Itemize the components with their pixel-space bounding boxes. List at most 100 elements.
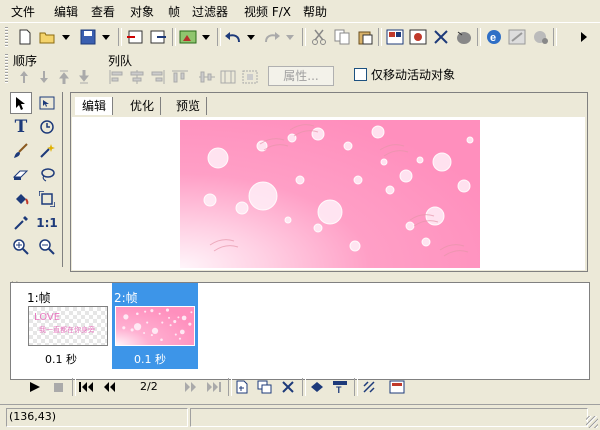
open-dropdown-icon[interactable] xyxy=(60,27,72,47)
menu-view[interactable]: 查看 xyxy=(91,3,115,20)
delete-frame-icon[interactable] xyxy=(278,377,298,397)
bring-forward-icon[interactable] xyxy=(14,67,34,87)
open-folder-icon[interactable] xyxy=(38,27,58,47)
frame-thumbnail xyxy=(115,306,195,346)
save-icon[interactable] xyxy=(78,27,98,47)
duplicate-frame-icon[interactable] xyxy=(255,377,275,397)
eraser-tool-icon[interactable] xyxy=(10,164,32,186)
crop-icon[interactable] xyxy=(431,27,451,47)
align-top-icon[interactable] xyxy=(170,67,190,87)
transition-icon[interactable] xyxy=(359,377,379,397)
distribute-icon[interactable] xyxy=(218,67,238,87)
frame-label: 1:帧 xyxy=(27,291,51,305)
status-coords-cell: (136,43) xyxy=(6,408,188,427)
send-backward-icon[interactable] xyxy=(34,67,54,87)
tab-optimize[interactable]: 优化 xyxy=(124,97,162,115)
last-frame-icon[interactable] xyxy=(204,377,224,397)
menu-frame[interactable]: 帧 xyxy=(168,3,180,20)
frame-thumbnail: LOVE 我一直都在你身旁 xyxy=(28,306,108,346)
gif-icon[interactable] xyxy=(408,27,428,47)
frames-panel: 1:帧 LOVE 我一直都在你身旁 0.1 秒 2:帧 0.1 秒 xyxy=(10,282,590,380)
export-icon[interactable] xyxy=(148,27,168,47)
cut-icon[interactable] xyxy=(309,27,329,47)
import-icon[interactable] xyxy=(125,27,145,47)
bring-to-front-icon[interactable] xyxy=(54,67,74,87)
menu-filter[interactable]: 过滤器 xyxy=(192,3,228,20)
text-tool-icon[interactable]: T xyxy=(10,116,32,138)
rotate-tool-icon[interactable] xyxy=(36,116,58,138)
eyedropper-tool-icon[interactable] xyxy=(10,212,32,234)
menu-bar: 文件 编辑 查看 对象 帧 过滤器 视频 F/X 帮助 xyxy=(0,0,600,23)
frame-item-selected[interactable]: 2:帧 0.1 秒 xyxy=(112,283,198,369)
svg-text:T: T xyxy=(336,385,342,394)
lasso-tool-icon[interactable] xyxy=(36,164,58,186)
crop-select-icon[interactable] xyxy=(36,92,58,114)
new-file-icon[interactable] xyxy=(15,27,35,47)
menu-video-fx[interactable]: 视频 F/X xyxy=(244,3,291,20)
align-right-icon[interactable] xyxy=(147,67,167,87)
toolbar-more-icon[interactable] xyxy=(578,27,590,47)
tween-icon[interactable] xyxy=(307,377,327,397)
zoom-in-icon[interactable] xyxy=(10,236,32,258)
edit-dropdown-icon[interactable] xyxy=(200,27,212,47)
tab-edit[interactable]: 编辑 xyxy=(75,97,114,115)
magic-wand-icon[interactable] xyxy=(36,140,58,162)
canvas-area[interactable] xyxy=(72,117,585,270)
frame-delay[interactable]: 0.1 秒 xyxy=(134,351,166,367)
play-icon[interactable] xyxy=(25,377,45,397)
menu-edit[interactable]: 编辑 xyxy=(54,3,78,20)
status-bar: (136,43) xyxy=(0,404,600,430)
frame-props-icon[interactable] xyxy=(385,27,405,47)
first-frame-icon[interactable] xyxy=(76,377,96,397)
menu-help[interactable]: 帮助 xyxy=(303,3,327,20)
undo-icon[interactable] xyxy=(223,27,243,47)
frame-delay[interactable]: 0.1 秒 xyxy=(45,351,77,367)
same-size-icon[interactable] xyxy=(240,67,260,87)
zoom-out-icon[interactable] xyxy=(36,236,58,258)
align-left-icon[interactable] xyxy=(107,67,127,87)
canvas-image[interactable] xyxy=(180,120,480,268)
edit-image-icon[interactable] xyxy=(178,27,198,47)
brush-tool-icon[interactable] xyxy=(10,140,32,162)
redo-icon[interactable] xyxy=(262,27,282,47)
playback-bar: 2/2 T xyxy=(10,376,588,398)
wizard-icon[interactable] xyxy=(530,27,550,47)
align-middle-icon[interactable] xyxy=(197,67,217,87)
main-toolbar: e xyxy=(0,23,600,51)
stop-icon[interactable] xyxy=(48,377,68,397)
resize-grip[interactable] xyxy=(586,416,598,428)
resize-tool-icon[interactable] xyxy=(36,188,58,210)
align-center-icon[interactable] xyxy=(127,67,147,87)
frame-item[interactable]: 1:帧 LOVE 我一直都在你身旁 0.1 秒 xyxy=(25,283,111,369)
move-active-checkbox[interactable] xyxy=(354,68,367,81)
banner-text-icon[interactable]: T xyxy=(330,377,350,397)
tool-panel: T 1:1 xyxy=(10,92,63,267)
paste-icon[interactable] xyxy=(355,27,375,47)
previous-frame-icon[interactable] xyxy=(99,377,119,397)
editor-panel: 编辑 优化 预览 xyxy=(70,92,588,272)
toolbar-grip[interactable] xyxy=(5,27,8,47)
status-message-cell xyxy=(190,408,588,427)
cursor-coords: (136,43) xyxy=(9,410,57,423)
optimize-icon[interactable] xyxy=(507,27,527,47)
video-fx-icon[interactable] xyxy=(454,27,474,47)
send-to-back-icon[interactable] xyxy=(74,67,94,87)
copy-icon[interactable] xyxy=(332,27,352,47)
select-tool-icon[interactable] xyxy=(10,92,32,114)
move-active-label: 仅移动活动对象 xyxy=(371,68,456,82)
actual-size-icon[interactable]: 1:1 xyxy=(36,212,58,234)
properties-button[interactable]: 属性... xyxy=(268,66,334,86)
undo-dropdown-icon[interactable] xyxy=(245,27,257,47)
next-frame-icon[interactable] xyxy=(181,377,201,397)
svg-text:e: e xyxy=(490,32,496,44)
arrange-toolbar: 顺序 列队 属性... 仅移动活动对象 xyxy=(0,52,600,90)
frame-properties-icon[interactable] xyxy=(387,377,407,397)
fill-tool-icon[interactable] xyxy=(10,188,32,210)
redo-dropdown-icon[interactable] xyxy=(284,27,296,47)
browser-preview-icon[interactable]: e xyxy=(484,27,504,47)
menu-object[interactable]: 对象 xyxy=(130,3,154,20)
new-frame-icon[interactable] xyxy=(232,377,252,397)
tab-preview[interactable]: 预览 xyxy=(170,97,208,115)
save-dropdown-icon[interactable] xyxy=(100,27,112,47)
menu-file[interactable]: 文件 xyxy=(11,3,35,20)
